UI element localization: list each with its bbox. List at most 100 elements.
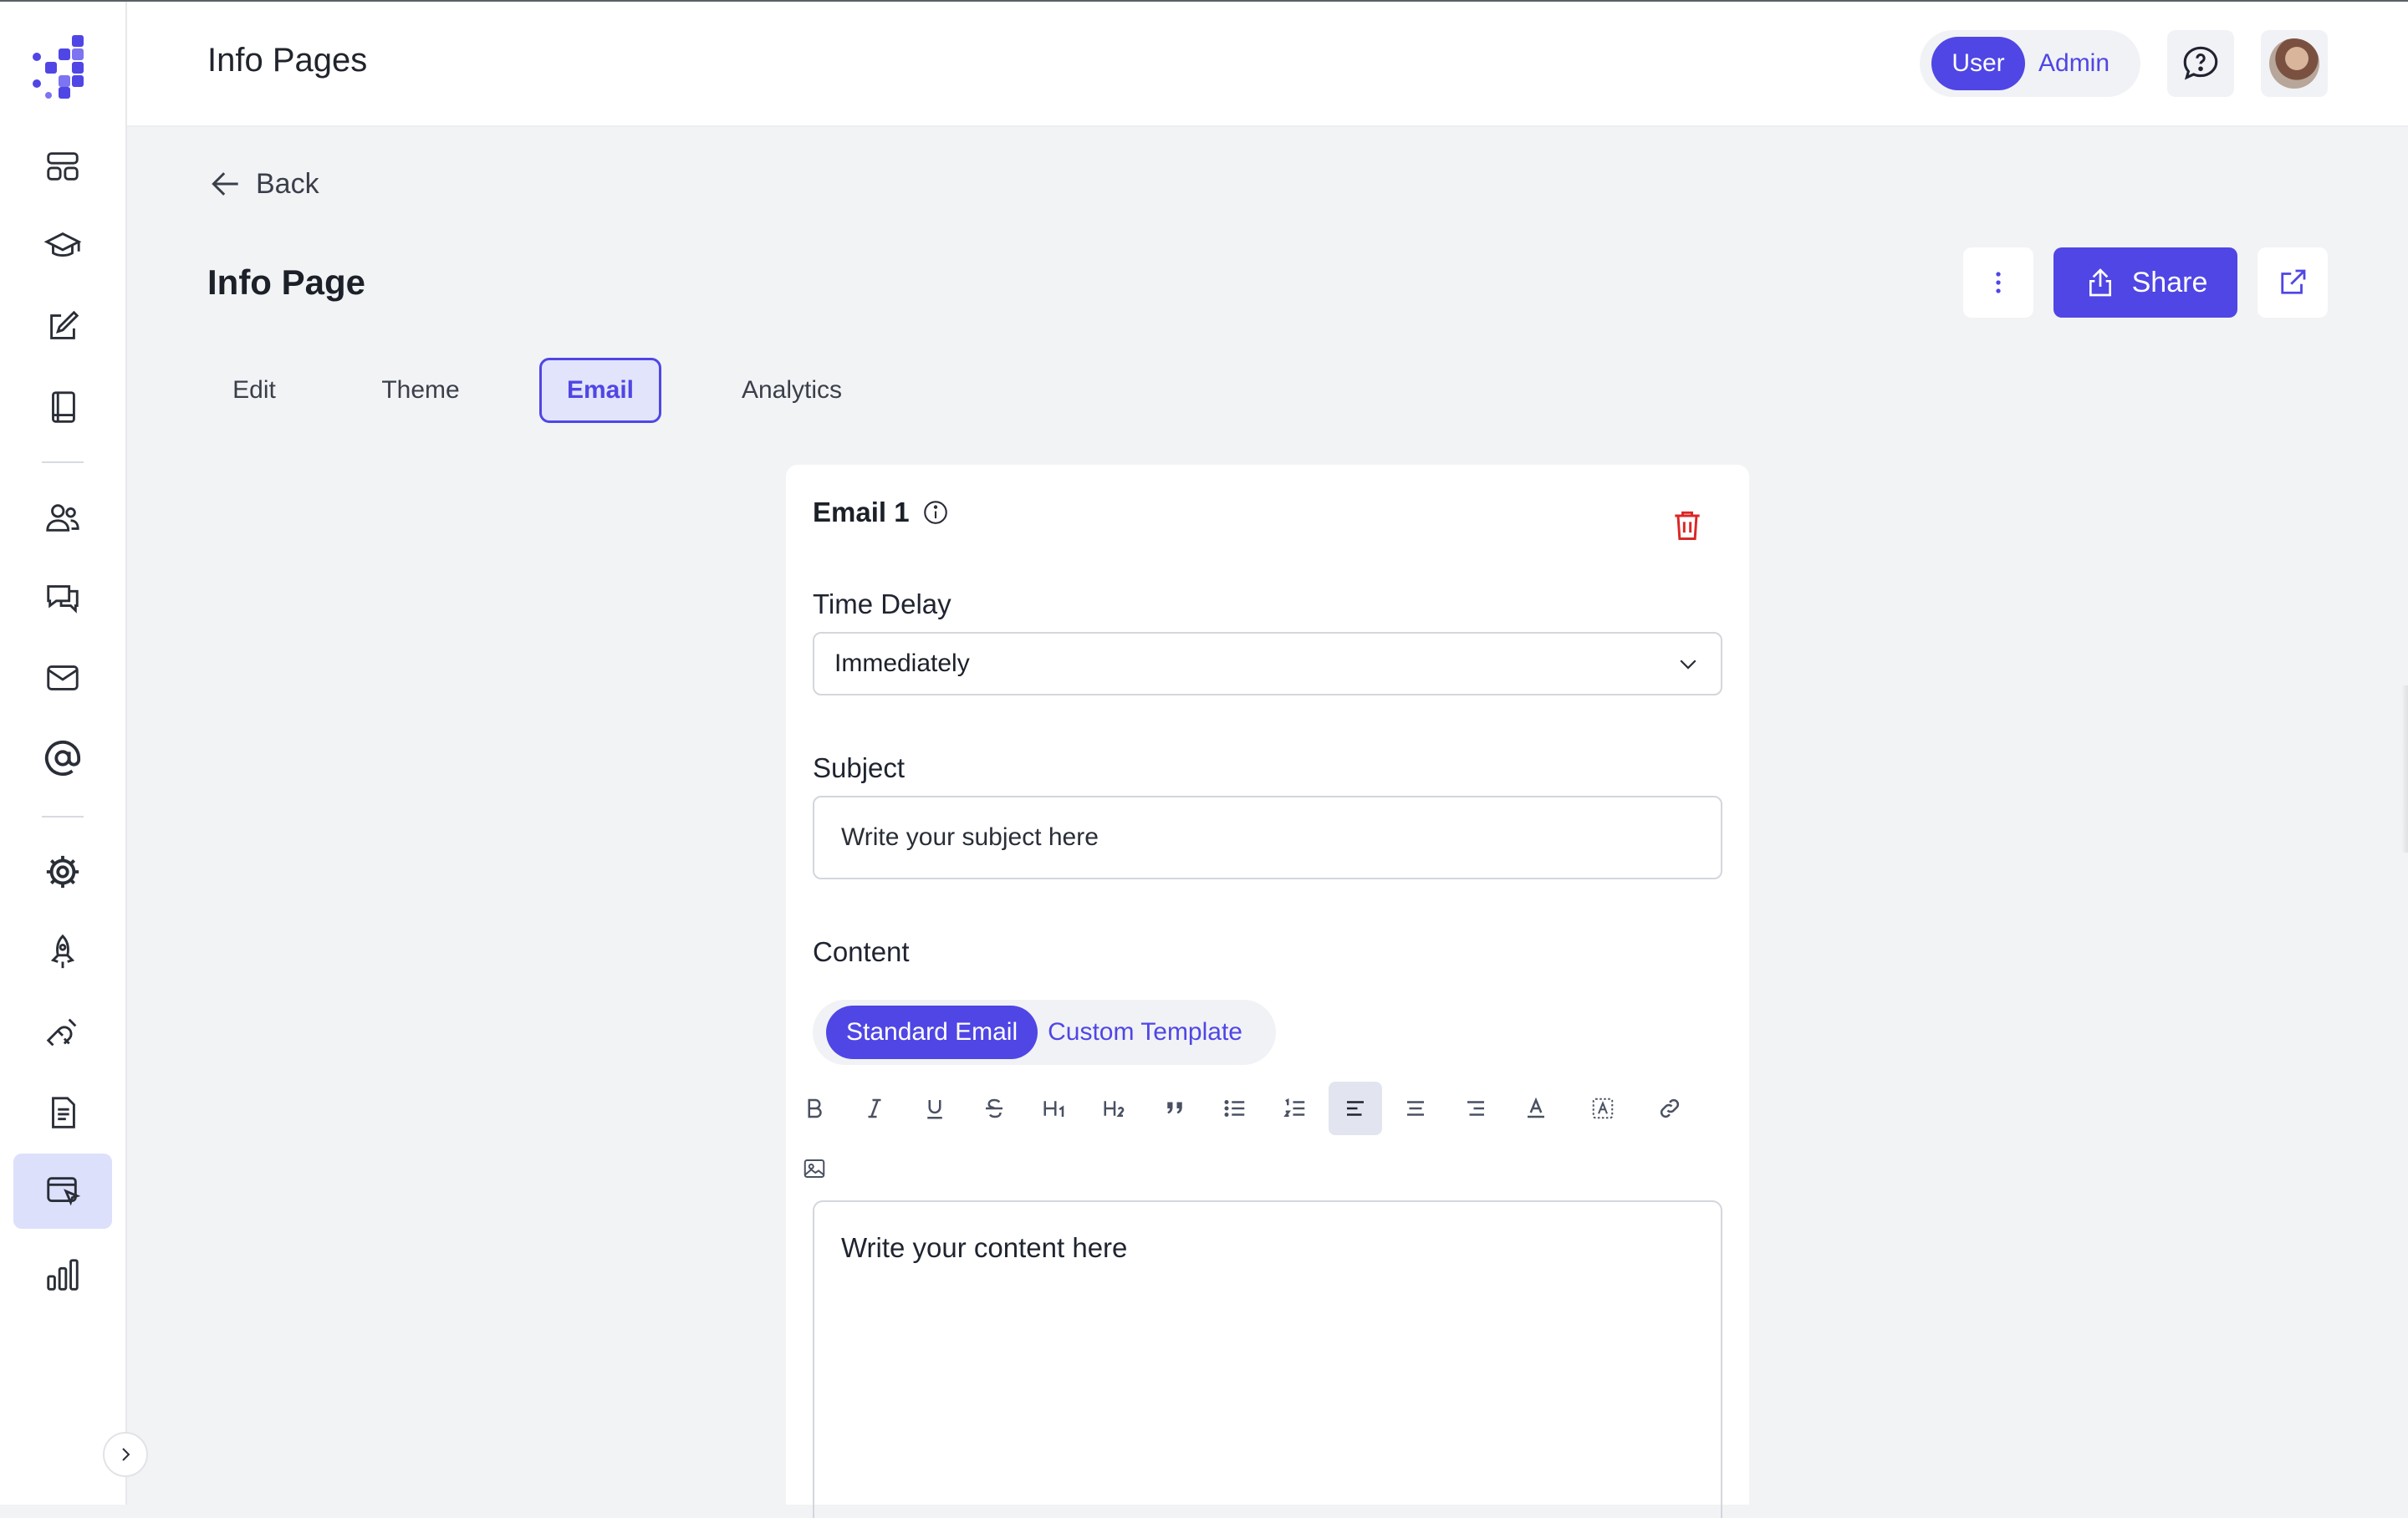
content-mode-toggle[interactable]: Standard Email Custom Template [813, 1000, 1276, 1065]
custom-template-option[interactable]: Custom Template [1048, 1018, 1263, 1047]
bullet-list-icon [1224, 1100, 1245, 1117]
time-delay-value: Immediately [834, 649, 970, 677]
role-toggle[interactable]: User Admin [1920, 30, 2140, 97]
italic-button[interactable] [848, 1082, 901, 1135]
time-delay-select[interactable]: Immediately [813, 632, 1722, 695]
edit-icon [50, 310, 79, 339]
avatar [2269, 38, 2319, 89]
align-left-button[interactable] [1329, 1082, 1382, 1135]
document-icon [52, 1097, 75, 1128]
chat-icon [47, 585, 79, 614]
ordered-list-button[interactable] [1268, 1082, 1322, 1135]
sidebar [0, 2, 127, 1505]
sidebar-item-users[interactable] [13, 480, 112, 555]
sidebar-item-mentions[interactable] [13, 721, 112, 796]
external-link-icon [2281, 269, 2306, 294]
sidebar-item-launch[interactable] [13, 914, 112, 990]
highlight-button[interactable] [1576, 1082, 1630, 1135]
image-button[interactable] [788, 1142, 841, 1195]
align-right-icon [1467, 1101, 1484, 1116]
sidebar-item-analytics[interactable] [13, 1237, 112, 1312]
top-header: Info Pages User Admin [127, 2, 2408, 127]
sidebar-item-chat[interactable] [13, 560, 112, 635]
sidebar-item-courses[interactable] [13, 209, 112, 284]
standard-email-option[interactable]: Standard Email [826, 1006, 1038, 1059]
highlight-icon [1592, 1098, 1614, 1119]
content-editor[interactable]: Write your content here [813, 1200, 1722, 1518]
sidebar-item-info-pages[interactable] [13, 1154, 112, 1229]
editor-placeholder: Write your content here [841, 1232, 1128, 1263]
text-color-icon [1528, 1097, 1544, 1118]
book-icon [52, 391, 75, 423]
tab-theme[interactable]: Theme [365, 358, 477, 423]
heading-1-button[interactable] [1028, 1082, 1081, 1135]
info-icon[interactable] [921, 498, 950, 527]
sidebar-item-library[interactable] [13, 369, 112, 445]
align-center-icon [1407, 1101, 1424, 1116]
bold-button[interactable] [788, 1082, 841, 1135]
subject-placeholder: Write your subject here [841, 823, 1099, 851]
share-button[interactable]: Share [2053, 247, 2237, 318]
share-icon [2089, 268, 2111, 297]
time-delay-label: Time Delay [813, 588, 951, 619]
users-icon [46, 504, 79, 532]
back-label: Back [256, 167, 319, 200]
role-user-option[interactable]: User [1931, 37, 2025, 90]
sidebar-expand-button[interactable] [103, 1432, 148, 1477]
share-label: Share [2131, 266, 2208, 298]
delete-email-icon[interactable] [1669, 507, 1706, 543]
align-left-icon [1347, 1101, 1364, 1116]
sidebar-item-settings[interactable] [13, 834, 112, 909]
sidebar-item-leads[interactable] [13, 995, 112, 1070]
sidebar-item-dashboard[interactable] [13, 129, 112, 204]
sidebar-divider [42, 816, 84, 818]
italic-icon [868, 1098, 881, 1118]
bullet-list-button[interactable] [1208, 1082, 1262, 1135]
link-button[interactable] [1643, 1082, 1696, 1135]
chevron-down-icon [1680, 660, 1696, 670]
arrow-left-icon [212, 172, 238, 196]
gear-icon [46, 855, 79, 889]
bold-icon [808, 1098, 822, 1118]
subject-input[interactable]: Write your subject here [813, 796, 1722, 879]
heading-2-icon [1104, 1101, 1125, 1117]
dashboard-icon [47, 152, 79, 181]
tab-edit[interactable]: Edit [214, 358, 294, 423]
text-color-button[interactable] [1509, 1082, 1563, 1135]
align-right-button[interactable] [1449, 1082, 1502, 1135]
align-center-button[interactable] [1389, 1082, 1442, 1135]
chevron-right-icon [122, 1448, 130, 1461]
image-icon [804, 1159, 825, 1178]
underline-button[interactable] [908, 1082, 962, 1135]
email-title-text: Email 1 [813, 497, 910, 527]
profile-button[interactable] [2261, 30, 2328, 97]
header-title: Info Pages [207, 42, 368, 79]
page-title: Info Page [207, 262, 366, 302]
open-external-button[interactable] [2258, 247, 2328, 318]
help-chat-icon [2183, 46, 2218, 80]
rocket-icon [50, 934, 75, 969]
heading-1-icon [1043, 1101, 1064, 1117]
more-options-button[interactable] [1963, 247, 2033, 318]
mail-icon [47, 665, 79, 690]
back-link[interactable]: Back [207, 166, 319, 202]
quote-icon [1167, 1102, 1182, 1114]
tab-email[interactable]: Email [539, 358, 661, 423]
strikethrough-button[interactable] [967, 1082, 1021, 1135]
at-sign-icon [44, 740, 81, 777]
sidebar-item-mail[interactable] [13, 640, 112, 716]
content-label: Content [813, 936, 910, 967]
quote-button[interactable] [1148, 1082, 1201, 1135]
app-logo[interactable] [30, 33, 97, 100]
tab-analytics[interactable]: Analytics [727, 358, 856, 423]
sidebar-item-documents[interactable] [13, 1075, 112, 1150]
email-card: Email 1 Time Delay Immediately Subject W… [786, 465, 1749, 1518]
help-button[interactable] [2167, 30, 2234, 97]
link-icon [1660, 1098, 1680, 1118]
bar-chart-icon [47, 1259, 79, 1291]
role-admin-option[interactable]: Admin [2038, 49, 2110, 78]
sidebar-item-edit[interactable] [13, 289, 112, 364]
underline-icon [927, 1100, 942, 1119]
heading-2-button[interactable] [1088, 1082, 1141, 1135]
strikethrough-icon [986, 1098, 1002, 1118]
